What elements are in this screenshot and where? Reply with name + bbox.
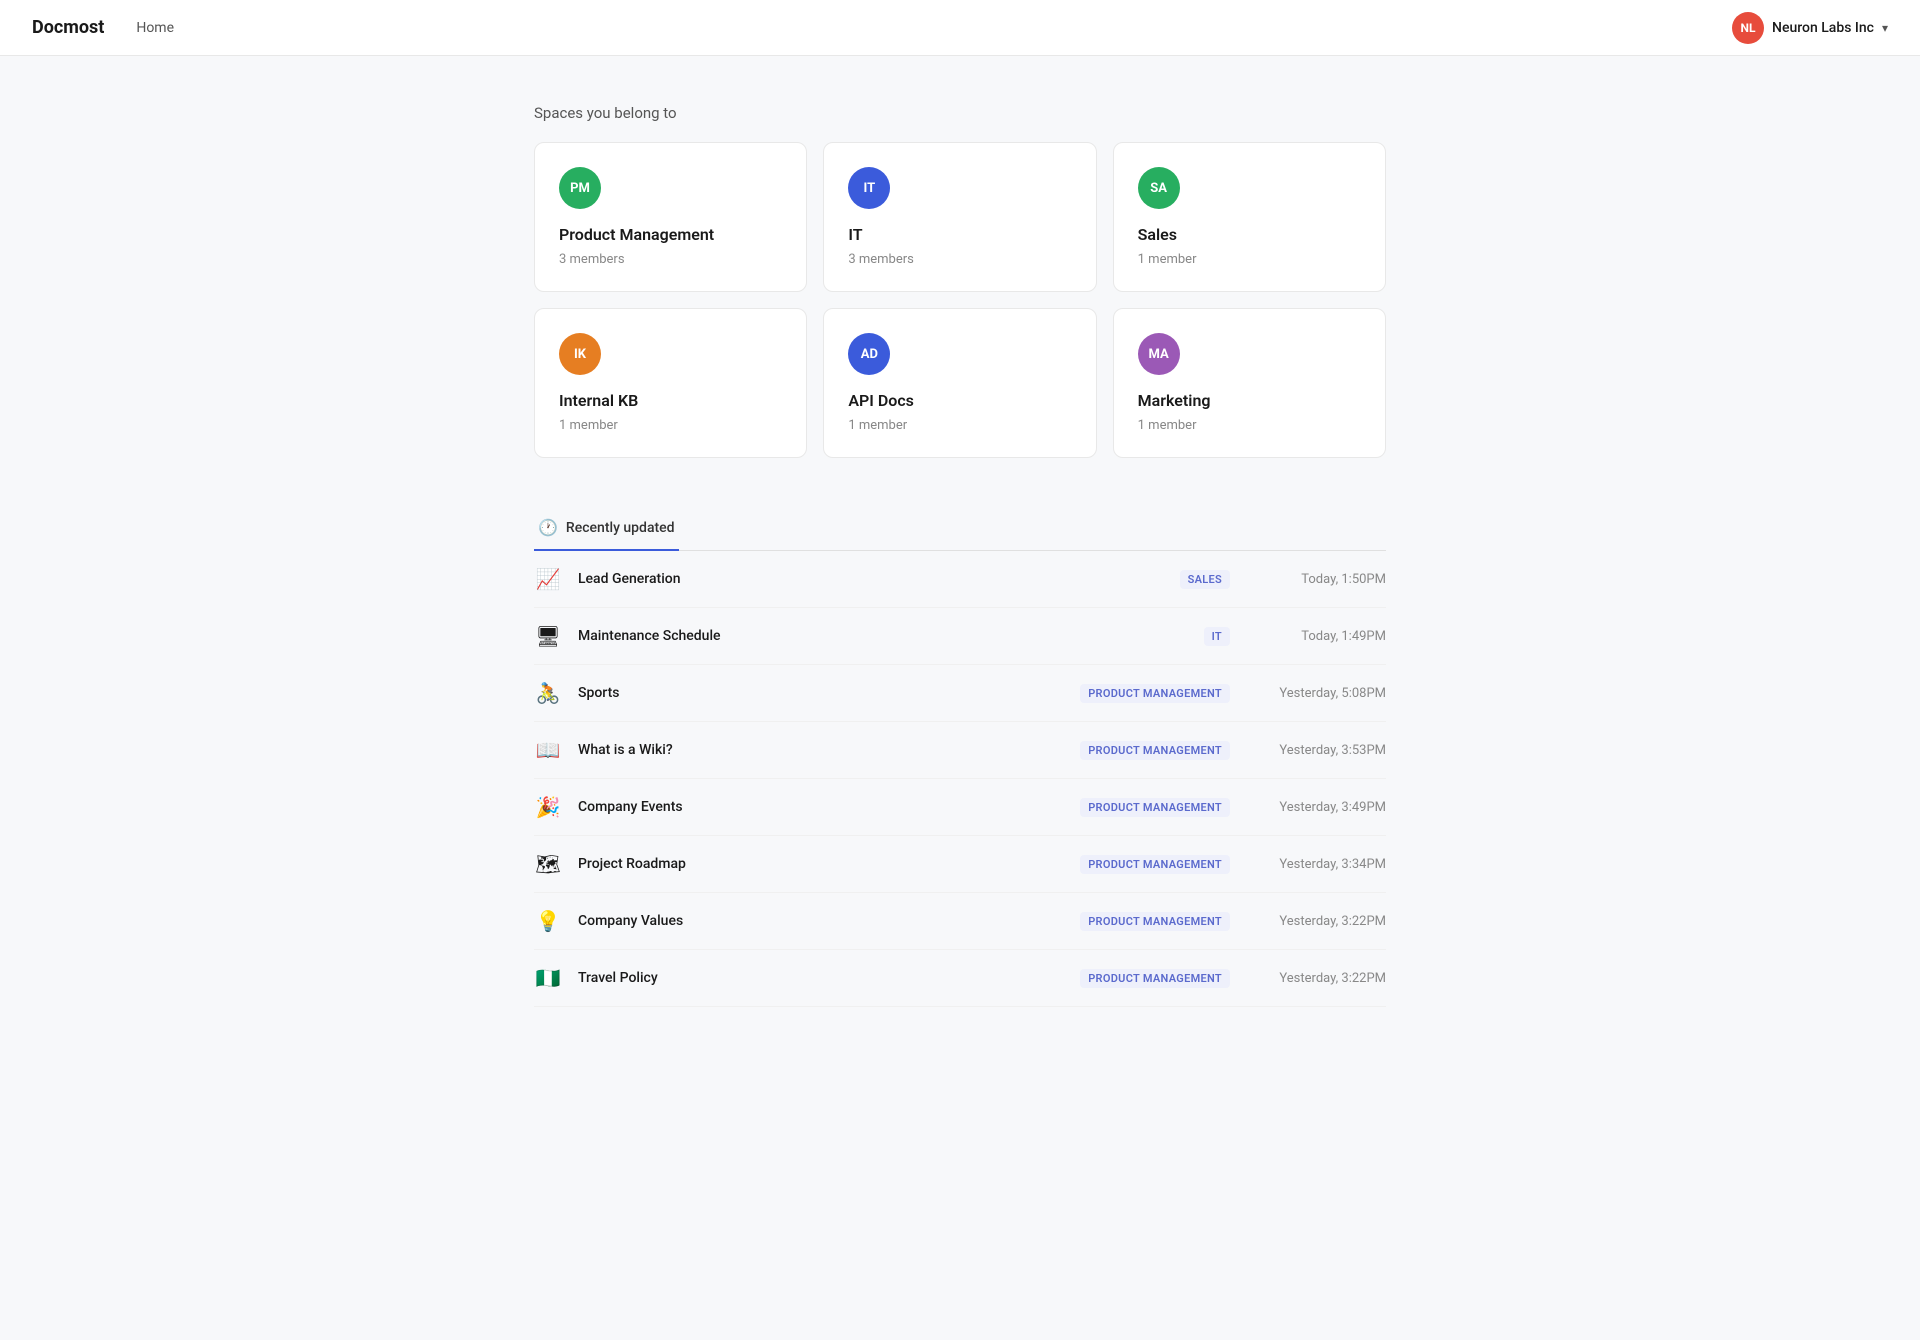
tab-recently-updated[interactable]: 🕐 Recently updated xyxy=(534,506,679,551)
space-members-ma: 1 member xyxy=(1138,418,1361,433)
tab-bar: 🕐 Recently updated xyxy=(534,506,1386,551)
logo: Docmost xyxy=(32,17,104,38)
main-content: Spaces you belong to PM Product Manageme… xyxy=(510,56,1410,1055)
tab-recently-updated-label: Recently updated xyxy=(566,520,675,536)
doc-time: Yesterday, 3:49PM xyxy=(1246,800,1386,815)
doc-emoji: 🎉 xyxy=(534,795,562,819)
doc-row[interactable]: 💡 Company Values PRODUCT MANAGEMENT Yest… xyxy=(534,893,1386,950)
doc-space-badge: PRODUCT MANAGEMENT xyxy=(1080,741,1230,760)
doc-title: Company Events xyxy=(578,799,1064,815)
clock-icon: 🕐 xyxy=(538,518,558,537)
space-members-pm: 3 members xyxy=(559,252,782,267)
doc-time: Yesterday, 3:34PM xyxy=(1246,857,1386,872)
doc-title: Maintenance Schedule xyxy=(578,628,1188,644)
space-card-ma[interactable]: MA Marketing 1 member xyxy=(1113,308,1386,458)
space-name-ik: Internal KB xyxy=(559,391,782,410)
doc-emoji: 🇳🇬 xyxy=(534,966,562,990)
doc-row[interactable]: 📖 What is a Wiki? PRODUCT MANAGEMENT Yes… xyxy=(534,722,1386,779)
doc-emoji: 📖 xyxy=(534,738,562,762)
org-avatar: NL xyxy=(1732,12,1764,44)
doc-space-badge: PRODUCT MANAGEMENT xyxy=(1080,798,1230,817)
doc-emoji: 🗺 xyxy=(534,852,562,876)
space-icon-ma: MA xyxy=(1138,333,1180,375)
doc-row[interactable]: 📈 Lead Generation SALES Today, 1:50PM xyxy=(534,551,1386,608)
space-name-ad: API Docs xyxy=(848,391,1071,410)
spaces-section: Spaces you belong to PM Product Manageme… xyxy=(534,104,1386,458)
org-selector[interactable]: NL Neuron Labs Inc ▾ xyxy=(1732,12,1888,44)
doc-title: Sports xyxy=(578,685,1064,701)
space-card-ad[interactable]: AD API Docs 1 member xyxy=(823,308,1096,458)
header-left: Docmost Home xyxy=(32,17,174,38)
space-members-it: 3 members xyxy=(848,252,1071,267)
chevron-down-icon: ▾ xyxy=(1882,21,1888,35)
space-icon-sa: SA xyxy=(1138,167,1180,209)
doc-title: Project Roadmap xyxy=(578,856,1064,872)
doc-time: Today, 1:49PM xyxy=(1246,629,1386,644)
space-name-ma: Marketing xyxy=(1138,391,1361,410)
doc-title: What is a Wiki? xyxy=(578,742,1064,758)
doc-time: Yesterday, 3:22PM xyxy=(1246,971,1386,986)
space-name-it: IT xyxy=(848,225,1071,244)
org-name: Neuron Labs Inc xyxy=(1772,20,1874,36)
doc-time: Yesterday, 5:08PM xyxy=(1246,686,1386,701)
space-members-ik: 1 member xyxy=(559,418,782,433)
spaces-grid: PM Product Management 3 members IT IT 3 … xyxy=(534,142,1386,458)
doc-time: Yesterday, 3:53PM xyxy=(1246,743,1386,758)
space-icon-ad: AD xyxy=(848,333,890,375)
nav-home[interactable]: Home xyxy=(136,20,174,36)
doc-row[interactable]: 🎉 Company Events PRODUCT MANAGEMENT Yest… xyxy=(534,779,1386,836)
space-icon-ik: IK xyxy=(559,333,601,375)
space-card-it[interactable]: IT IT 3 members xyxy=(823,142,1096,292)
space-icon-pm: PM xyxy=(559,167,601,209)
spaces-section-title: Spaces you belong to xyxy=(534,104,1386,122)
doc-space-badge: PRODUCT MANAGEMENT xyxy=(1080,855,1230,874)
space-name-pm: Product Management xyxy=(559,225,782,244)
doc-emoji: 📈 xyxy=(534,567,562,591)
space-card-sa[interactable]: SA Sales 1 member xyxy=(1113,142,1386,292)
doc-time: Today, 1:50PM xyxy=(1246,572,1386,587)
space-members-sa: 1 member xyxy=(1138,252,1361,267)
doc-row[interactable]: 🖥 Maintenance Schedule IT Today, 1:49PM xyxy=(534,608,1386,665)
doc-row[interactable]: 🇳🇬 Travel Policy PRODUCT MANAGEMENT Yest… xyxy=(534,950,1386,1007)
doc-title: Company Values xyxy=(578,913,1064,929)
space-members-ad: 1 member xyxy=(848,418,1071,433)
doc-space-badge: PRODUCT MANAGEMENT xyxy=(1080,969,1230,988)
doc-title: Travel Policy xyxy=(578,970,1064,986)
space-name-sa: Sales xyxy=(1138,225,1361,244)
space-card-ik[interactable]: IK Internal KB 1 member xyxy=(534,308,807,458)
doc-emoji: 🚴 xyxy=(534,681,562,705)
space-card-pm[interactable]: PM Product Management 3 members xyxy=(534,142,807,292)
space-icon-it: IT xyxy=(848,167,890,209)
doc-row[interactable]: 🚴 Sports PRODUCT MANAGEMENT Yesterday, 5… xyxy=(534,665,1386,722)
document-list: 📈 Lead Generation SALES Today, 1:50PM 🖥 … xyxy=(534,551,1386,1007)
doc-space-badge: PRODUCT MANAGEMENT xyxy=(1080,684,1230,703)
doc-title: Lead Generation xyxy=(578,571,1164,587)
doc-space-badge: IT xyxy=(1204,627,1230,646)
doc-space-badge: SALES xyxy=(1180,570,1230,589)
doc-emoji: 🖥 xyxy=(534,624,562,648)
doc-emoji: 💡 xyxy=(534,909,562,933)
header: Docmost Home NL Neuron Labs Inc ▾ xyxy=(0,0,1920,56)
doc-time: Yesterday, 3:22PM xyxy=(1246,914,1386,929)
doc-space-badge: PRODUCT MANAGEMENT xyxy=(1080,912,1230,931)
doc-row[interactable]: 🗺 Project Roadmap PRODUCT MANAGEMENT Yes… xyxy=(534,836,1386,893)
